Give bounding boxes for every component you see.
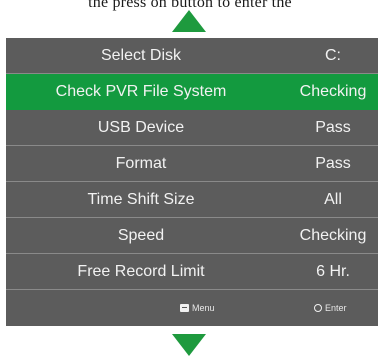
- row-value: All: [324, 190, 342, 208]
- menu-hint-label: Menu: [192, 303, 215, 313]
- menu-row-free-record-limit[interactable]: Free Record Limit 6 Hr.: [6, 254, 378, 290]
- row-label: Check PVR File System: [55, 82, 227, 100]
- menu-row-select-disk[interactable]: Select Disk C:: [6, 38, 378, 74]
- menu-row-speed[interactable]: Speed Checking: [6, 218, 378, 254]
- row-value: Pass: [315, 154, 351, 172]
- row-label: Free Record Limit: [77, 262, 205, 280]
- row-value: 6 Hr.: [316, 262, 350, 280]
- row-value: C:: [325, 46, 341, 64]
- menu-hint: Menu: [180, 303, 215, 313]
- enter-hint: Enter: [314, 303, 347, 313]
- scroll-down-arrow-icon[interactable]: [172, 334, 206, 356]
- menu-row-time-shift-size[interactable]: Time Shift Size All: [6, 182, 378, 218]
- row-label: Time Shift Size: [87, 190, 195, 208]
- enter-hint-label: Enter: [325, 303, 347, 313]
- scroll-up-arrow-icon[interactable]: [172, 10, 206, 32]
- row-label: Format: [115, 154, 167, 172]
- row-value: Checking: [299, 226, 367, 244]
- row-value: Pass: [315, 118, 351, 136]
- menu-key-icon: [180, 304, 189, 312]
- menu-row-usb-device[interactable]: USB Device Pass: [6, 110, 378, 146]
- menu-row-format[interactable]: Format Pass: [6, 146, 378, 182]
- pvr-settings-menu: Select Disk C: Check PVR File System Che…: [6, 38, 378, 326]
- row-value: Checking: [299, 82, 367, 100]
- row-label: Select Disk: [100, 46, 182, 64]
- menu-row-check-pvr-file-system[interactable]: Check PVR File System Checking: [6, 74, 378, 110]
- row-label: USB Device: [97, 118, 185, 136]
- row-label: Speed: [117, 226, 165, 244]
- menu-footer: Menu Enter: [6, 290, 378, 326]
- enter-key-icon: [314, 304, 322, 312]
